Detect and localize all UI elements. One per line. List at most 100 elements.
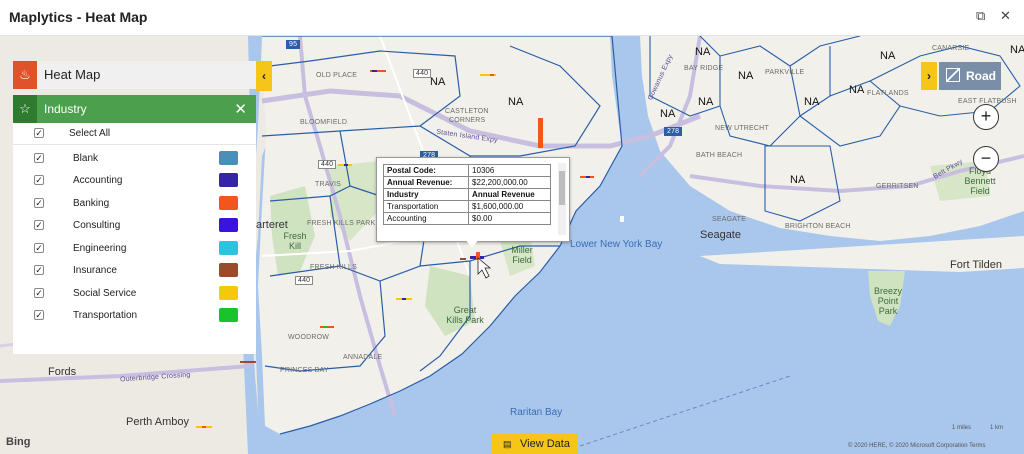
popup-pointer — [466, 240, 478, 248]
popup-cell: $1,600,000.00 — [468, 200, 551, 213]
industry-checkbox[interactable]: ✓ — [34, 265, 44, 275]
map-label: CORNERS — [449, 117, 486, 124]
industry-label: Accounting — [73, 175, 123, 186]
na-label: NA — [849, 84, 865, 96]
na-label: NA — [695, 46, 711, 58]
star-icon: ☆ — [13, 95, 37, 123]
map-label: BAY RIDGE — [684, 65, 724, 72]
industry-label: Insurance — [73, 265, 117, 276]
place-label: Fords — [48, 366, 77, 378]
park-label: Fresh Kill — [283, 231, 307, 251]
select-all-row[interactable]: ✓ Select All — [13, 123, 256, 145]
industry-item-banking[interactable]: ✓ Banking — [13, 193, 256, 215]
industry-item-transportation[interactable]: ✓ Transportation — [13, 305, 256, 327]
map-label: CANARSIE — [932, 45, 970, 52]
na-label: NA — [508, 96, 524, 108]
industry-label: Transportation — [73, 310, 138, 321]
panel-collapse-button[interactable]: ‹ — [256, 61, 272, 91]
road-style-button[interactable]: Road — [939, 62, 1001, 90]
map-label: FLATLANDS — [867, 90, 909, 97]
park-label: Breezy Point Park — [873, 286, 902, 316]
water-label: Raritan Bay — [510, 407, 563, 418]
color-swatch[interactable] — [219, 151, 238, 165]
map-label: SEAGATE — [712, 216, 746, 223]
na-label: NA — [698, 96, 714, 108]
industry-item-blank[interactable]: ✓ Blank — [13, 148, 256, 170]
place-label: Perth Amboy — [126, 416, 189, 428]
popup-cell: Annual Revenue: — [382, 176, 470, 189]
close-icon[interactable]: ✕ — [234, 100, 247, 118]
park-label: Great Kills Park — [446, 305, 484, 325]
view-data-label: View Data — [520, 438, 570, 450]
restore-icon[interactable]: ⧉ — [976, 8, 985, 24]
map-label: PRINCES BAY — [280, 367, 329, 374]
map-label: OLD PLACE — [316, 72, 358, 79]
na-label: NA — [804, 96, 820, 108]
route-shield: 440 — [318, 160, 337, 169]
zoom-in-button[interactable]: + — [973, 104, 999, 130]
industry-item-engineering[interactable]: ✓ Engineering — [13, 238, 256, 260]
select-all-label: Select All — [69, 128, 111, 139]
popup-cell: Annual Revenue — [468, 188, 551, 201]
color-swatch[interactable] — [219, 263, 238, 277]
map-label: FRESH KILLS PARK — [307, 220, 376, 227]
select-all-checkbox[interactable]: ✓ — [34, 128, 44, 138]
na-label: NA — [660, 108, 676, 120]
map-label: BATH BEACH — [696, 152, 743, 159]
map-label: NEW UTRECHT — [715, 125, 769, 132]
view-data-button[interactable]: ▤ View Data — [492, 434, 578, 454]
heatmap-header[interactable]: ♨ Heat Map — [13, 61, 256, 89]
industry-title: Industry — [44, 102, 87, 116]
color-swatch[interactable] — [219, 196, 238, 210]
map-style-control: › Road — [921, 62, 1001, 90]
map-label: GERRITSEN — [876, 183, 919, 190]
industry-checkbox[interactable]: ✓ — [34, 220, 44, 230]
industry-checkbox[interactable]: ✓ — [34, 175, 44, 185]
color-swatch[interactable] — [219, 308, 238, 322]
map-label: WOODROW — [288, 334, 330, 341]
map-label: BLOOMFIELD — [300, 119, 348, 126]
industry-checkbox[interactable]: ✓ — [34, 198, 44, 208]
industry-label: Banking — [73, 198, 110, 209]
map-label: CASTLETON — [445, 108, 489, 115]
na-label: NA — [430, 76, 446, 88]
popup-scrollbar[interactable] — [558, 163, 566, 235]
color-swatch[interactable] — [219, 241, 238, 255]
road-label: Road — [966, 69, 996, 83]
window-title: Maplytics - Heat Map — [9, 9, 148, 25]
water-label: Lower New York Bay — [570, 239, 663, 250]
map-label: TRAVIS — [315, 181, 341, 188]
map-label: BRIGHTON BEACH — [785, 223, 851, 230]
place-label: Fort Tilden — [950, 259, 1002, 271]
route-shield: 278 — [664, 127, 683, 136]
zoom-out-button[interactable]: − — [973, 146, 999, 172]
popup-cell: $22,200,000.00 — [468, 176, 551, 189]
postal-code-popup: Postal Code: 10306 Annual Revenue: $22,200… — [376, 157, 570, 242]
color-swatch[interactable] — [219, 173, 238, 187]
popup-cell: Transportation — [382, 200, 470, 213]
copyright-text: © 2020 HERE, © 2020 Microsoft Corporatio… — [848, 443, 986, 449]
title-bar: Maplytics - Heat Map ⧉ ✕ — [0, 0, 1024, 36]
map-label: PARKVILLE — [765, 69, 805, 76]
industry-checkbox[interactable]: ✓ — [34, 288, 44, 298]
map-style-expand-button[interactable]: › — [921, 62, 937, 90]
industry-item-consulting[interactable]: ✓ Consulting — [13, 215, 256, 237]
popup-scroll-thumb[interactable] — [559, 171, 565, 205]
popup-cell: 10306 — [468, 164, 551, 177]
industry-item-accounting[interactable]: ✓ Accounting — [13, 170, 256, 192]
industry-checkbox[interactable]: ✓ — [34, 310, 44, 320]
close-icon[interactable]: ✕ — [1000, 8, 1011, 24]
place-label: Seagate — [700, 229, 741, 241]
industry-item-social-service[interactable]: ✓ Social Service — [13, 283, 256, 305]
industry-checkbox[interactable]: ✓ — [34, 153, 44, 163]
fire-icon: ♨ — [13, 61, 37, 89]
place-label: arteret — [256, 219, 288, 231]
industry-label: Engineering — [73, 243, 127, 254]
industry-item-insurance[interactable]: ✓ Insurance — [13, 260, 256, 282]
color-swatch[interactable] — [219, 218, 238, 232]
route-shield: 440 — [413, 69, 432, 78]
popup-cell: Accounting — [382, 212, 470, 225]
color-swatch[interactable] — [219, 286, 238, 300]
road-icon — [946, 68, 960, 82]
industry-checkbox[interactable]: ✓ — [34, 243, 44, 253]
